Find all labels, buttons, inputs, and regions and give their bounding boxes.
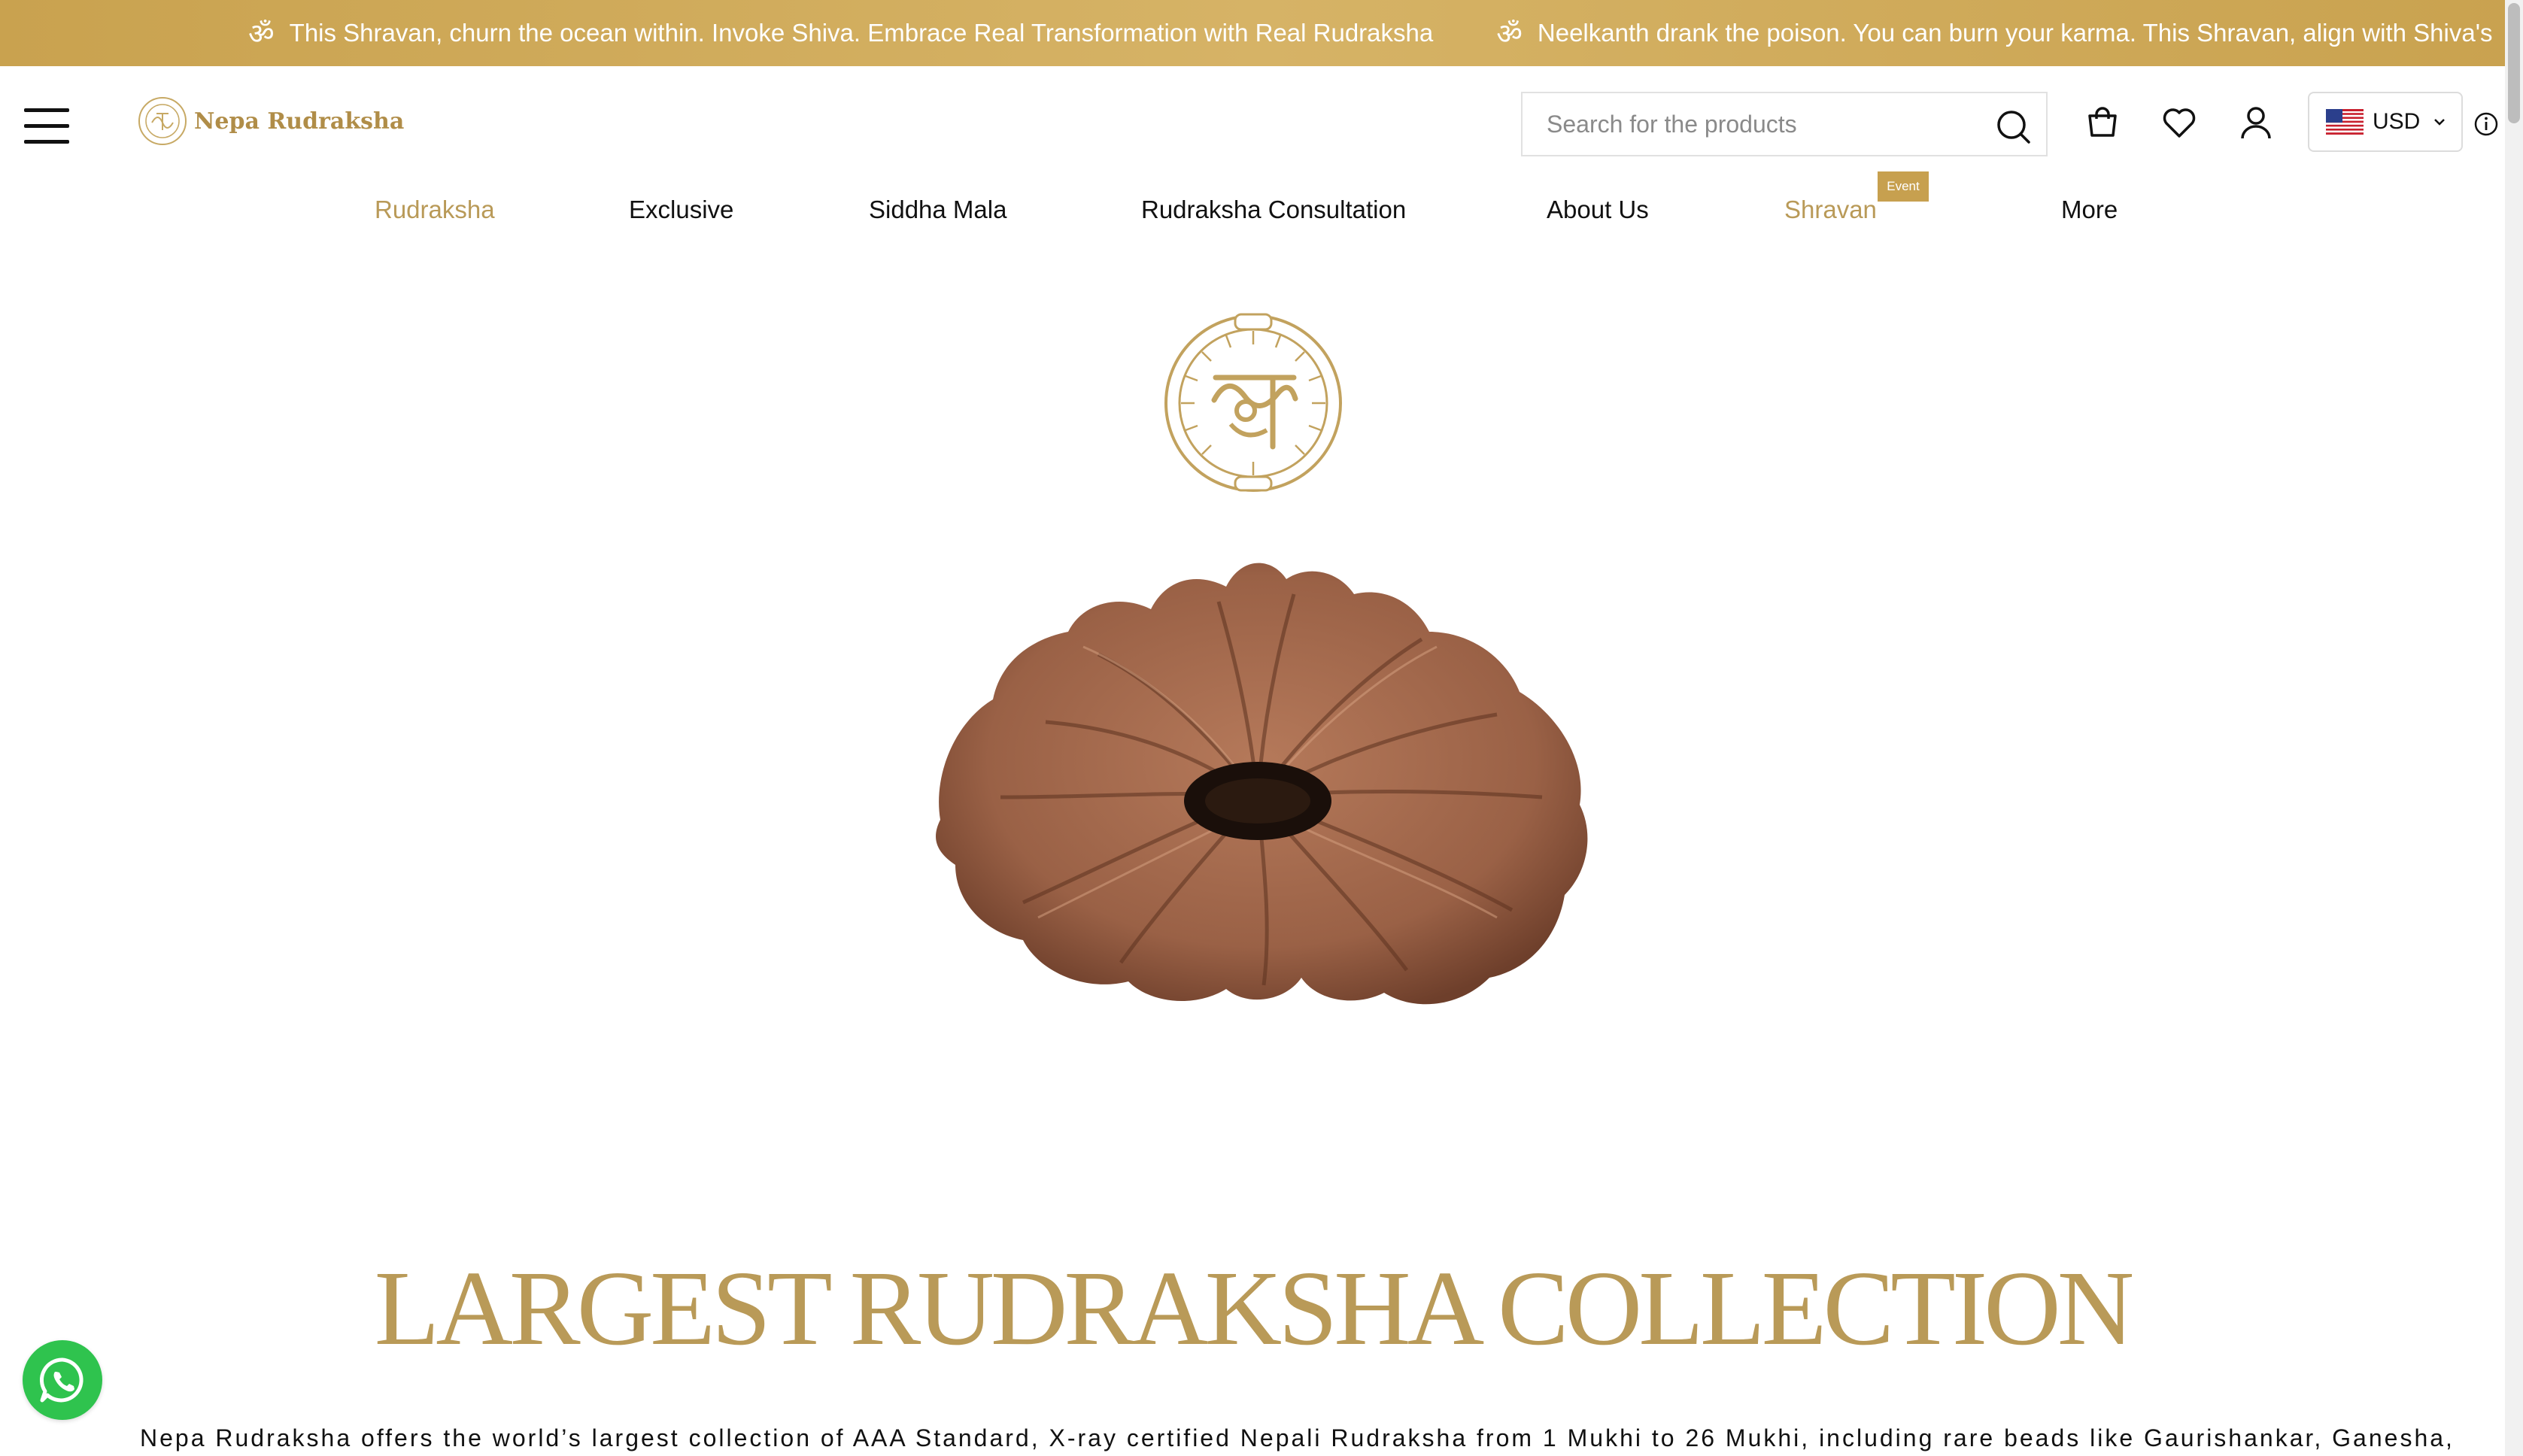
site-header: Nepa Rudraksha USD — [0, 66, 2523, 179]
logo-emblem-icon — [138, 97, 187, 145]
announcement-item[interactable]: ॐ This Shravan, churn the ocean within. … — [248, 14, 1433, 53]
announcement-text: Neelkanth drank the poison. You can burn… — [1537, 19, 2493, 47]
om-icon: ॐ — [248, 17, 275, 50]
hero-description: Nepa Rudraksha offers the world’s larges… — [140, 1424, 2455, 1451]
currency-selector[interactable]: USD — [2308, 92, 2463, 152]
nav-item-about-us[interactable]: About Us — [1547, 196, 1649, 224]
brand-emblem-icon — [1164, 313, 1342, 492]
main-nav: Rudraksha Exclusive Siddha Mala Rudraksh… — [0, 179, 2523, 239]
om-icon: ॐ — [1496, 17, 1523, 50]
nav-item-siddha-mala[interactable]: Siddha Mala — [869, 196, 1006, 224]
nav-item-rudraksha[interactable]: Rudraksha — [375, 196, 495, 224]
search-input[interactable] — [1523, 110, 1974, 138]
whatsapp-chat-button[interactable] — [23, 1340, 102, 1420]
info-icon[interactable] — [2473, 111, 2499, 137]
announcement-item[interactable]: ॐ Neelkanth drank the poison. You can bu… — [1496, 14, 2492, 53]
event-badge: Event — [1878, 171, 1929, 202]
announcement-bar: ॐ This Shravan, churn the ocean within. … — [0, 0, 2523, 66]
nav-item-more[interactable]: More — [2061, 196, 2118, 224]
page-title: LARGEST RUDRAKSHA COLLECTION — [374, 1248, 2135, 1367]
search-icon[interactable] — [1995, 108, 2031, 144]
announcement-text: This Shravan, churn the ocean within. In… — [289, 19, 1434, 47]
nav-item-exclusive[interactable]: Exclusive — [629, 196, 733, 224]
nav-item-rudraksha-consultation[interactable]: Rudraksha Consultation — [1141, 196, 1406, 224]
currency-label: USD — [2373, 109, 2421, 134]
nav-item-shravan[interactable]: Shravan — [1784, 196, 1877, 224]
logo-text: Nepa Rudraksha — [194, 108, 405, 135]
whatsapp-icon — [39, 1357, 83, 1403]
search-bar — [1521, 92, 2048, 156]
chevron-down-icon — [2434, 119, 2446, 126]
us-flag-icon — [2326, 109, 2364, 135]
logo[interactable]: Nepa Rudraksha — [137, 95, 404, 147]
wishlist-heart-icon[interactable] — [2160, 104, 2198, 141]
scrollbar-thumb[interactable] — [2508, 3, 2520, 123]
cart-icon[interactable] — [2084, 104, 2121, 141]
rudraksha-bead-image — [936, 563, 1588, 1005]
menu-icon[interactable] — [24, 108, 69, 144]
announcement-track: ॐ This Shravan, churn the ocean within. … — [248, 0, 2523, 66]
page-scrollbar[interactable] — [2505, 0, 2523, 1456]
account-icon[interactable] — [2237, 104, 2275, 141]
